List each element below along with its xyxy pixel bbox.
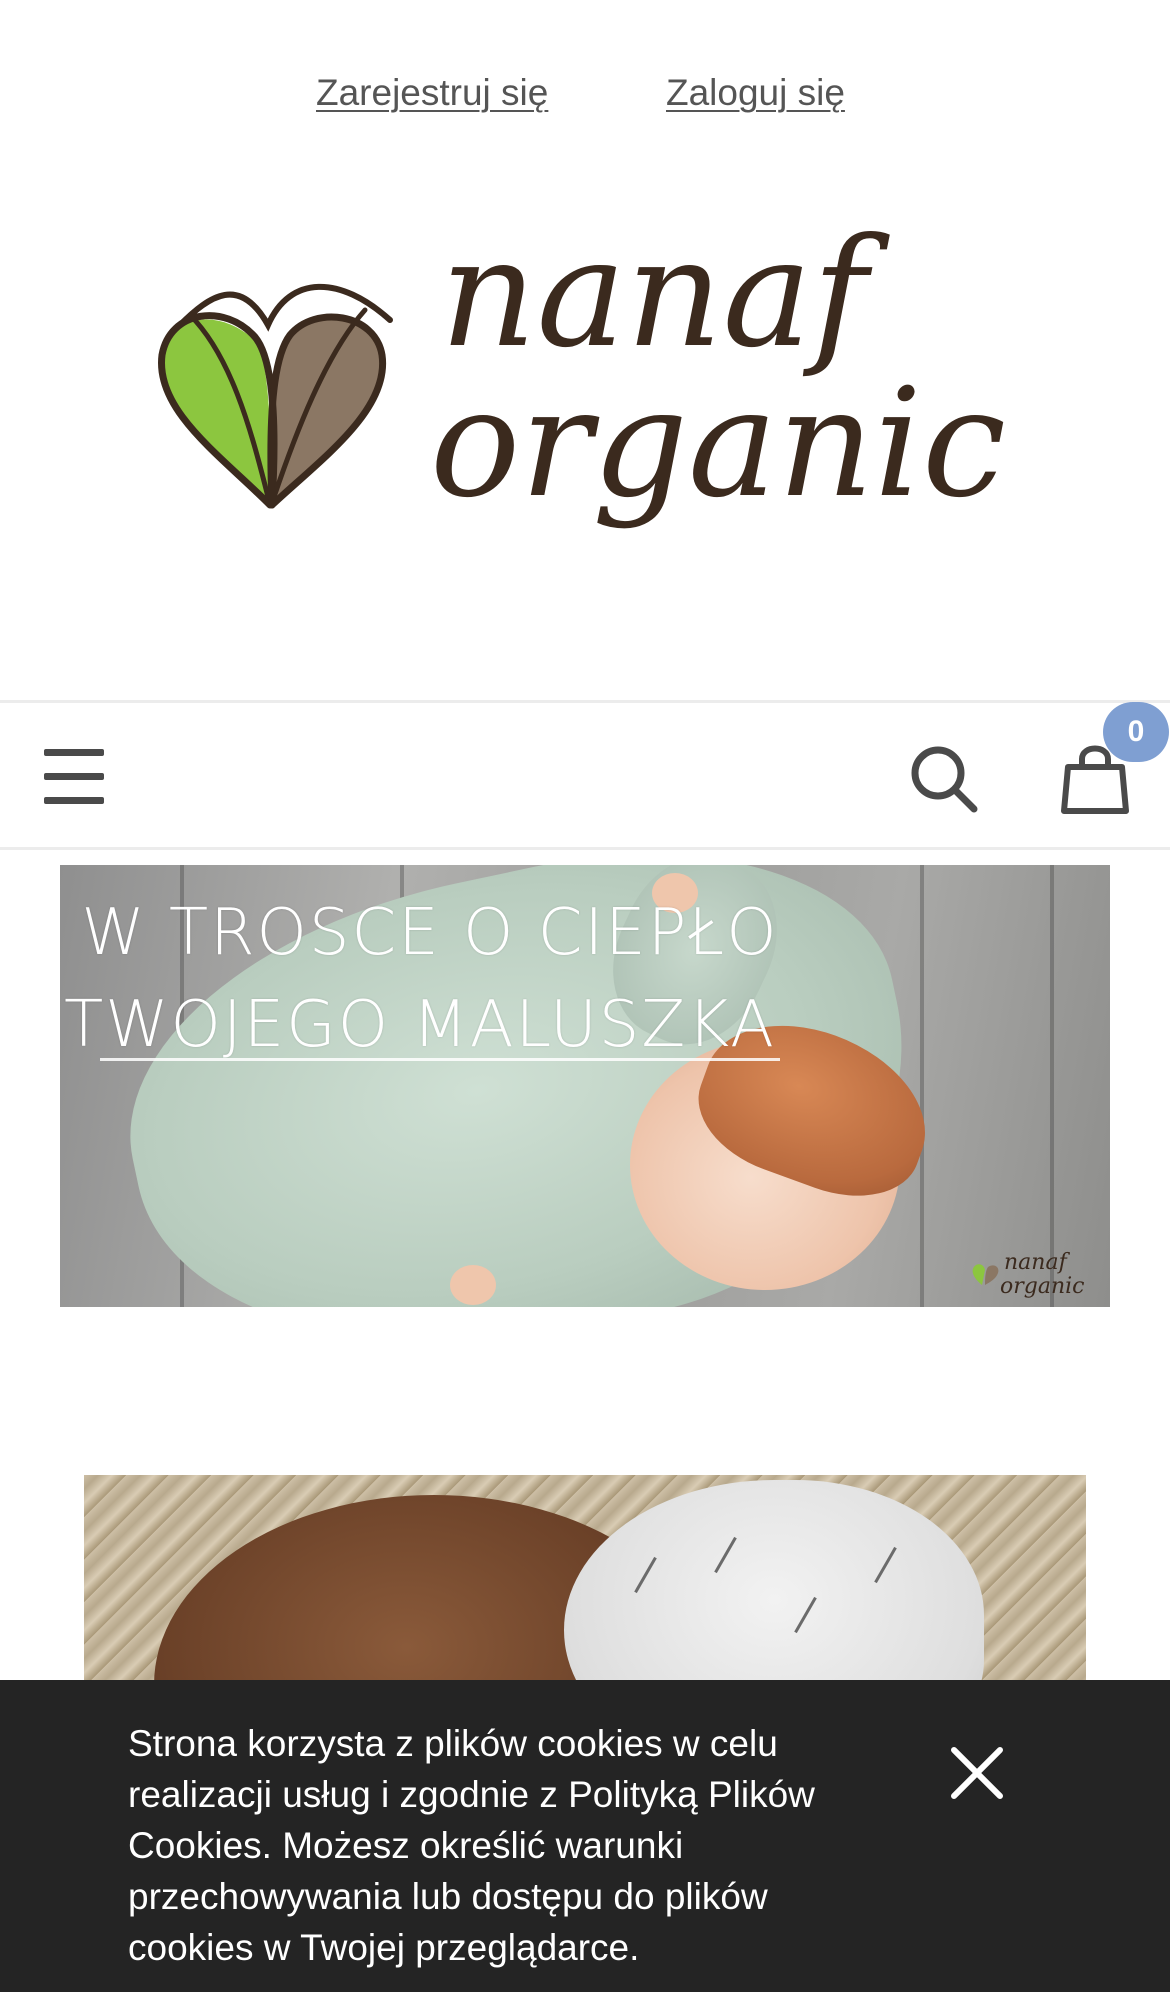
close-icon[interactable] — [948, 1744, 1006, 1802]
heart-logo-icon: nanaf organic — [158, 207, 1006, 531]
hero-banner[interactable]: W TROSCE O CIEPŁO TWOJEGO MALUSZKA nanaf… — [60, 865, 1110, 1307]
cart-count-badge[interactable]: 0 — [1103, 702, 1169, 762]
brand-logo[interactable]: nanaf organic — [150, 205, 1020, 585]
svg-text:organic: organic — [1000, 1274, 1085, 1299]
register-link[interactable]: Zarejestruj się — [316, 72, 548, 114]
search-icon[interactable] — [908, 743, 980, 815]
hero-line-1: W TROSCE O CIEPŁO — [81, 896, 779, 970]
hero-heading: W TROSCE O CIEPŁO TWOJEGO MALUSZKA — [60, 887, 780, 1071]
product-photo[interactable] — [84, 1475, 1086, 1715]
main-navbar — [0, 700, 1170, 850]
hero-brand-watermark: nanaf organic — [968, 1245, 1103, 1300]
hero-underline — [100, 1058, 780, 1061]
cookie-message: Strona korzysta z plików cookies w celu … — [128, 1723, 815, 1968]
login-link[interactable]: Zaloguj się — [666, 72, 845, 114]
account-bar: Zarejestruj się Zaloguj się — [0, 0, 1170, 190]
svg-text:organic: organic — [430, 357, 1006, 531]
svg-text:nanaf: nanaf — [440, 207, 890, 381]
svg-text:nanaf: nanaf — [1004, 1250, 1071, 1275]
cookie-banner: Strona korzysta z plików cookies w celu … — [0, 1680, 1170, 1992]
hamburger-menu-icon[interactable] — [42, 745, 108, 811]
